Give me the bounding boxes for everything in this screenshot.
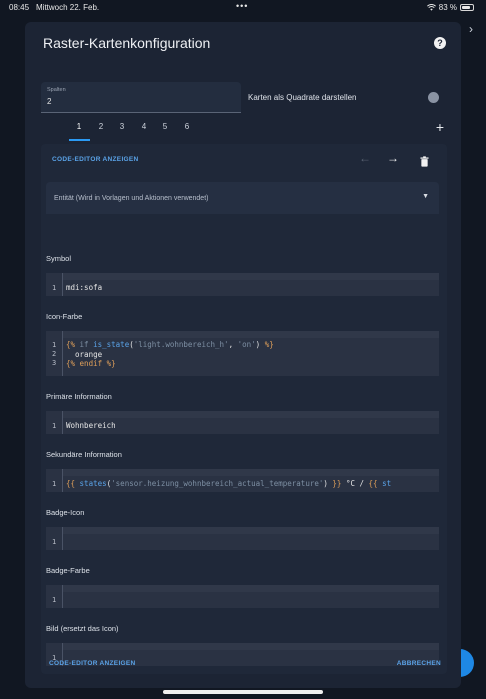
line-number: 1 [52,341,57,349]
columns-label: Spalten [47,87,66,93]
code-token: states [75,479,107,488]
line-number: 1 [52,538,57,546]
code-token: st [377,479,392,488]
code-token: , [228,340,238,349]
square-toggle[interactable] [428,92,439,103]
code-token: ) [255,340,265,349]
active-tab-indicator [69,139,90,141]
line-number: 1 [52,480,57,488]
code-token: 'light.wohnbereich_h' [133,340,229,349]
image-label: Bild (ersetzt das Icon) [46,624,119,633]
columns-field[interactable]: Spalten 2 [41,82,241,113]
secondary-code[interactable]: {{ states('sensor.heizung_wohnbereich_ac… [66,479,391,488]
square-toggle-label: Karten als Quadrate darstellen [248,93,357,102]
help-icon[interactable]: ? [434,37,446,49]
code-token: °C / [341,479,369,488]
gutter-divider [62,585,63,608]
dialog-title: Raster-Kartenkonfiguration [43,35,211,51]
editor-top-strip [63,331,439,338]
card-editor: CODE-EDITOR ANZEIGEN ← → Entität (Wird i… [41,144,447,674]
editor-top-strip [63,527,439,534]
code-token: {% [66,340,76,349]
gutter-divider [62,469,63,492]
status-bar: 08:45 Mittwoch 22. Feb. ••• 83 % [0,0,486,14]
chevron-right-icon[interactable]: › [469,22,473,36]
code-token: 'on' [237,340,256,349]
dropdown-caret-icon: ▼ [422,193,429,200]
status-right: 83 % [426,3,474,12]
line-number: 2 [52,350,57,358]
editor-top-strip [63,469,439,476]
tab-3[interactable]: 3 [112,122,132,131]
tab-4[interactable]: 4 [134,122,154,131]
editor-top-strip [63,585,439,592]
editor-top-strip [63,643,439,650]
trash-icon[interactable] [420,156,429,167]
line-number: 3 [52,359,57,367]
code-line-3[interactable]: {% endif %} [66,359,116,368]
status-date: Mittwoch 22. Feb. [36,3,100,12]
primary-code[interactable]: Wohnbereich [66,421,116,430]
code-token: %} [264,340,274,349]
code-token: 'sensor.heizung_wohnbereich_actual_tempe… [111,479,324,488]
cancel-button[interactable]: ABBRECHEN [397,660,441,667]
icon-color-editor[interactable]: 1 2 3 {% if is_state('light.wohnbereich_… [46,331,439,376]
secondary-info-editor[interactable]: 1 {{ states('sensor.heizung_wohnbereich_… [46,469,439,492]
gutter-divider [62,273,63,296]
gutter-divider [62,331,63,376]
battery-fill [462,6,471,9]
gutter-divider [62,411,63,434]
code-token: {{ [66,479,76,488]
badge-color-editor[interactable]: 1 [46,585,439,608]
battery-icon [460,4,474,11]
symbol-code[interactable]: mdi:sofa [66,283,102,292]
line-number: 1 [52,422,57,430]
badge-icon-label: Badge-Icon [46,508,85,517]
show-code-editor-button[interactable]: CODE-EDITOR ANZEIGEN [52,156,139,163]
badge-icon-editor[interactable]: 1 [46,527,439,550]
arrow-left-icon[interactable]: ← [359,151,371,165]
multitasking-dots[interactable]: ••• [236,1,248,11]
tab-6[interactable]: 6 [177,122,197,131]
tab-5[interactable]: 5 [155,122,175,131]
status-time: 08:45 [9,3,30,12]
symbol-editor[interactable]: 1 mdi:sofa [46,273,439,296]
battery-percent: 83 % [438,3,457,12]
editor-top-strip [63,411,439,418]
code-line-2[interactable]: orange [66,350,102,359]
line-number: 1 [52,284,57,292]
primary-info-editor[interactable]: 1 Wohnbereich [46,411,439,434]
code-token: is_state [93,340,130,349]
entity-select[interactable]: Entität (Wird in Vorlagen und Aktionen v… [46,182,439,214]
code-line-1[interactable]: {% if is_state('light.wohnbereich_h', 'o… [66,340,274,349]
arrow-right-icon[interactable]: → [387,151,399,165]
wifi-icon [426,4,436,11]
badge-color-label: Badge-Farbe [46,566,90,575]
line-number: 1 [52,596,57,604]
card-config-dialog: Raster-Kartenkonfiguration ? Spalten 2 K… [25,22,461,688]
add-icon[interactable]: + [436,119,444,135]
code-token: {{ [368,479,378,488]
code-token: if [75,340,94,349]
symbol-label: Symbol [46,254,72,263]
footer-code-editor-button[interactable]: CODE-EDITOR ANZEIGEN [49,660,136,667]
tab-2[interactable]: 2 [91,122,111,131]
gutter-divider [62,527,63,550]
editor-top-strip [63,273,439,280]
tab-1[interactable]: 1 [69,122,89,131]
columns-value[interactable]: 2 [47,97,51,106]
primary-info-label: Primäre Information [46,392,112,401]
secondary-info-label: Sekundäre Information [46,450,122,459]
entity-placeholder: Entität (Wird in Vorlagen und Aktionen v… [54,195,209,202]
home-indicator[interactable] [163,690,323,694]
icon-color-label: Icon-Farbe [46,312,83,321]
